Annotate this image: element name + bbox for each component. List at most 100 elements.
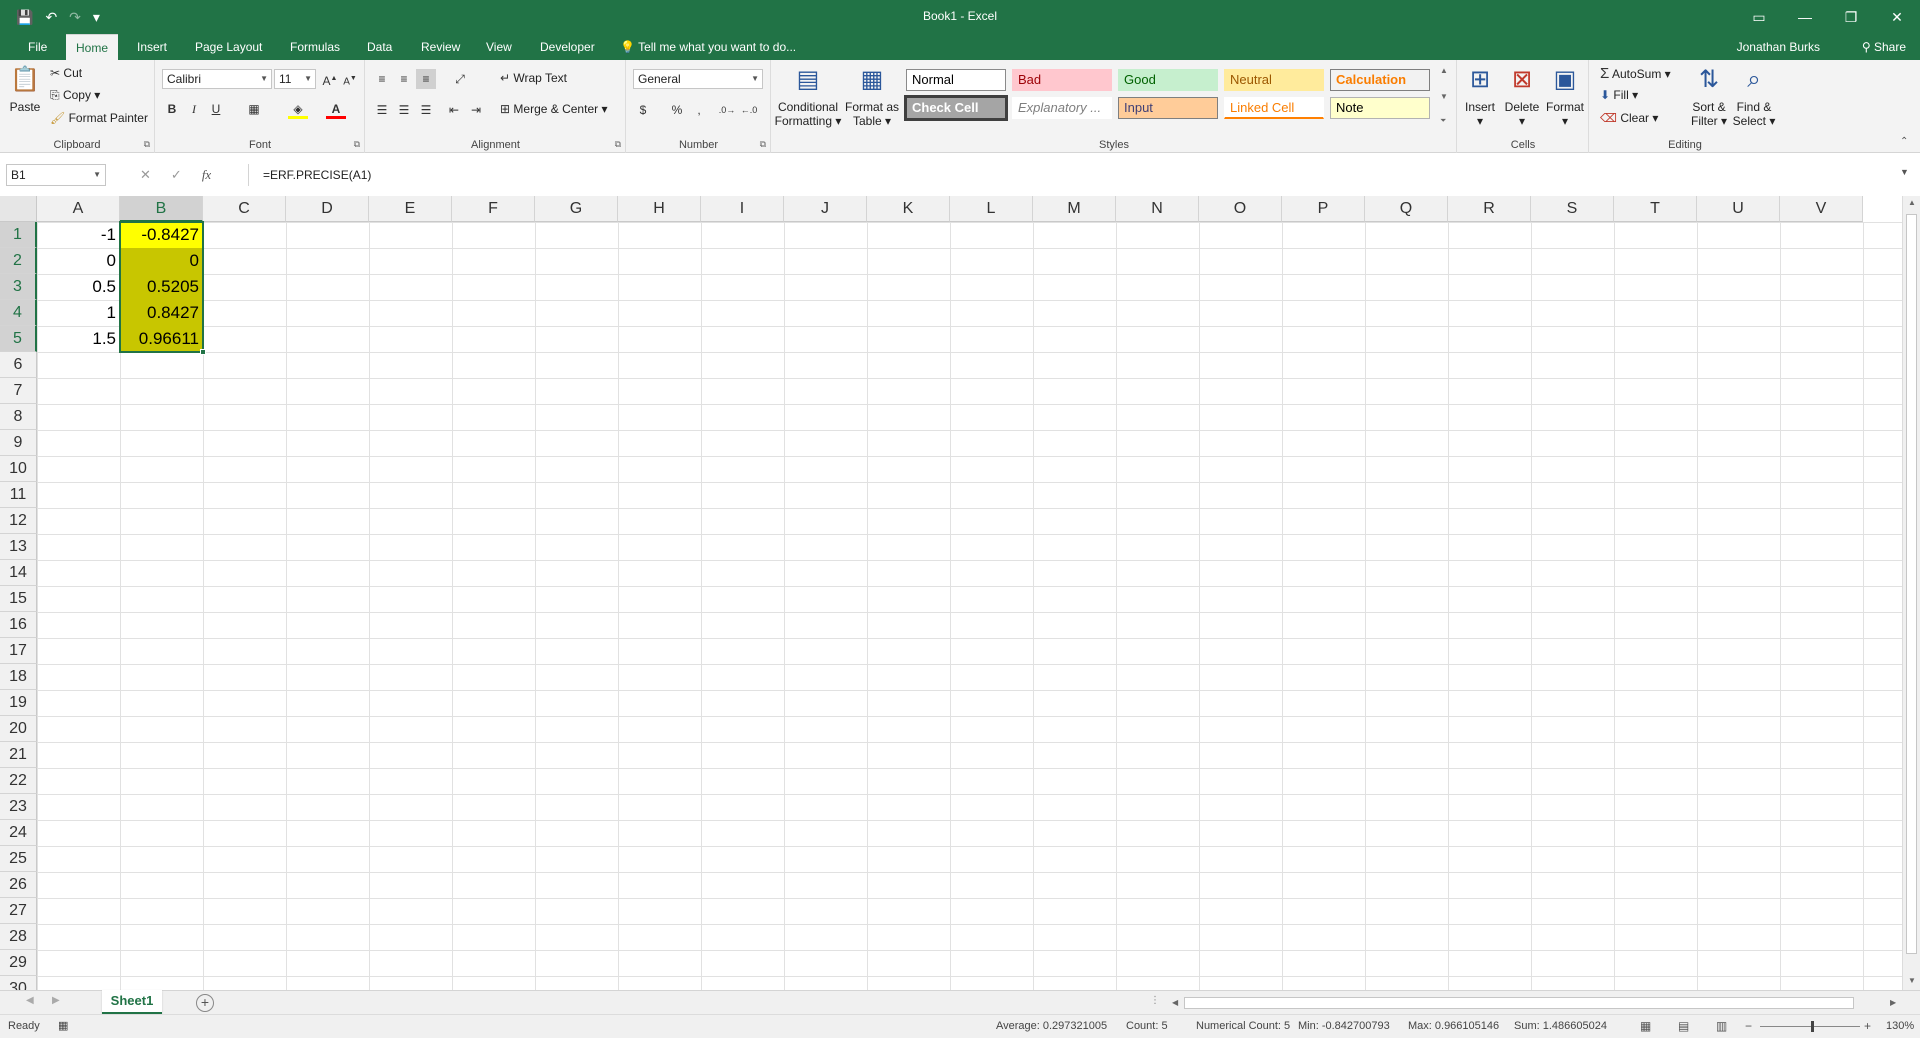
conditional-formatting-button[interactable]: ▤ Conditional Formatting ▾: [774, 64, 842, 128]
wrap-text-button[interactable]: ↵ Wrap Text: [500, 71, 567, 85]
cell-style-normal[interactable]: Normal: [906, 69, 1006, 91]
enter-icon[interactable]: ✓: [171, 167, 182, 183]
cut-button[interactable]: ✂ Cut: [50, 66, 82, 80]
account-name[interactable]: Jonathan Burks: [1737, 34, 1820, 60]
sort-filter-button[interactable]: ⇅ Sort & Filter ▾: [1688, 64, 1730, 128]
cell-b4[interactable]: 0.8427: [120, 300, 203, 326]
prev-sheet-icon[interactable]: ◀: [26, 995, 34, 1006]
column-header-b[interactable]: B: [120, 196, 203, 222]
alignment-launcher-icon[interactable]: ⧉: [615, 139, 621, 150]
row-header-29[interactable]: 29: [0, 950, 37, 976]
orientation-icon[interactable]: ⤢: [450, 69, 470, 89]
expand-formula-bar-icon[interactable]: ▼: [1900, 167, 1909, 177]
minimize-icon[interactable]: —: [1782, 0, 1828, 34]
status-min[interactable]: Min: -0.842700793: [1298, 1020, 1390, 1032]
zoom-slider-thumb[interactable]: [1811, 1021, 1814, 1032]
borders-icon[interactable]: ▦: [244, 99, 264, 119]
share-button[interactable]: ⚲ Share: [1862, 34, 1906, 60]
row-header-8[interactable]: 8: [0, 404, 37, 430]
page-layout-view-icon[interactable]: ▤: [1678, 1019, 1689, 1033]
collapse-ribbon-icon[interactable]: ⌃: [1900, 136, 1908, 147]
cell-a3[interactable]: 0.5: [37, 274, 120, 300]
tab-split-icon[interactable]: ⋮: [1150, 995, 1160, 1006]
cell-style-linked-cell[interactable]: Linked Cell: [1224, 97, 1324, 119]
paste-button[interactable]: 📋 Paste: [6, 64, 44, 114]
font-name-combo[interactable]: Calibri ▼: [162, 69, 272, 89]
copy-button[interactable]: ⎘ Copy ▾: [50, 88, 100, 103]
cell-style-bad[interactable]: Bad: [1012, 69, 1112, 91]
restore-icon[interactable]: ❐: [1828, 0, 1874, 34]
close-icon[interactable]: ✕: [1874, 0, 1920, 34]
gallery-scroll-down-icon[interactable]: ▼: [1440, 92, 1448, 101]
formula-input[interactable]: =ERF.PRECISE(A1): [248, 164, 1912, 186]
insert-cells-button[interactable]: ⊞ Insert ▾: [1460, 64, 1500, 128]
row-header-25[interactable]: 25: [0, 846, 37, 872]
add-sheet-icon[interactable]: +: [196, 994, 214, 1012]
column-header-m[interactable]: M: [1033, 196, 1116, 222]
status-average[interactable]: Average: 0.297321005: [996, 1020, 1107, 1032]
row-header-3[interactable]: 3: [0, 274, 37, 300]
clipboard-launcher-icon[interactable]: ⧉: [144, 139, 150, 150]
font-color-icon[interactable]: A: [326, 99, 346, 119]
row-header-26[interactable]: 26: [0, 872, 37, 898]
row-header-16[interactable]: 16: [0, 612, 37, 638]
column-header-u[interactable]: U: [1697, 196, 1780, 222]
bottom-align-icon[interactable]: ≡: [416, 69, 436, 89]
fill-handle[interactable]: [200, 349, 206, 355]
cell-style-good[interactable]: Good: [1118, 69, 1218, 91]
insert-function-icon[interactable]: fx: [202, 167, 211, 183]
name-box[interactable]: B1 ▼: [6, 164, 106, 186]
align-right-icon[interactable]: ☰: [416, 100, 436, 120]
cell-area[interactable]: -1 0 0.5 1 1.5 -0.8427 0 0.5205 0.8427 0.96611: [37, 221, 1902, 990]
column-header-l[interactable]: L: [950, 196, 1033, 222]
cell-b1[interactable]: -0.8427: [120, 222, 203, 248]
row-header-10[interactable]: 10: [0, 456, 37, 482]
cell-style-explanatory[interactable]: Explanatory ...: [1012, 97, 1112, 119]
cell-a5[interactable]: 1.5: [37, 326, 120, 352]
cell-a2[interactable]: 0: [37, 248, 120, 274]
format-as-table-button[interactable]: ▦ Format as Table ▾: [844, 64, 900, 128]
scroll-left-icon[interactable]: ◀: [1172, 995, 1178, 1011]
row-header-27[interactable]: 27: [0, 898, 37, 924]
vertical-scrollbar[interactable]: ▲ ▼: [1902, 196, 1920, 990]
sheet-tab-sheet1[interactable]: Sheet1: [102, 990, 162, 1014]
scroll-right-icon[interactable]: ▶: [1890, 995, 1896, 1011]
underline-button[interactable]: U: [206, 99, 226, 119]
cell-b3[interactable]: 0.5205: [120, 274, 203, 300]
number-launcher-icon[interactable]: ⧉: [760, 139, 766, 150]
tab-formulas[interactable]: Formulas: [280, 34, 350, 60]
row-header-21[interactable]: 21: [0, 742, 37, 768]
zoom-out-icon[interactable]: −: [1745, 1019, 1752, 1033]
tab-view[interactable]: View: [476, 34, 522, 60]
cell-b5[interactable]: 0.96611: [120, 326, 203, 352]
zoom-level[interactable]: 130%: [1886, 1020, 1914, 1032]
horizontal-scrollbar[interactable]: ◀ ▶: [1168, 995, 1904, 1011]
status-max[interactable]: Max: 0.966105146: [1408, 1020, 1499, 1032]
tab-data[interactable]: Data: [357, 34, 402, 60]
italic-button[interactable]: I: [184, 99, 204, 119]
row-header-14[interactable]: 14: [0, 560, 37, 586]
row-header-18[interactable]: 18: [0, 664, 37, 690]
tab-insert[interactable]: Insert: [127, 34, 177, 60]
column-header-c[interactable]: C: [203, 196, 286, 222]
merge-center-button[interactable]: ⊞ Merge & Center ▾: [500, 102, 607, 116]
row-header-11[interactable]: 11: [0, 482, 37, 508]
cell-style-input[interactable]: Input: [1118, 97, 1218, 119]
currency-button[interactable]: $: [633, 100, 653, 120]
increase-indent-icon[interactable]: ⇥: [466, 100, 486, 120]
font-launcher-icon[interactable]: ⧉: [354, 139, 360, 150]
clear-button[interactable]: ⌫ Clear ▾: [1600, 111, 1658, 125]
scroll-up-icon[interactable]: ▲: [1903, 198, 1920, 207]
row-header-1[interactable]: 1: [0, 222, 37, 248]
row-header-17[interactable]: 17: [0, 638, 37, 664]
zoom-in-icon[interactable]: +: [1864, 1019, 1871, 1033]
column-header-f[interactable]: F: [452, 196, 535, 222]
row-header-15[interactable]: 15: [0, 586, 37, 612]
shrink-font-button[interactable]: A▼: [340, 69, 360, 89]
fill-button[interactable]: ⬇ Fill ▾: [1600, 88, 1638, 102]
cell-a1[interactable]: -1: [37, 222, 120, 248]
column-header-q[interactable]: Q: [1365, 196, 1448, 222]
column-header-i[interactable]: I: [701, 196, 784, 222]
column-header-j[interactable]: J: [784, 196, 867, 222]
tab-home[interactable]: Home: [66, 34, 119, 60]
